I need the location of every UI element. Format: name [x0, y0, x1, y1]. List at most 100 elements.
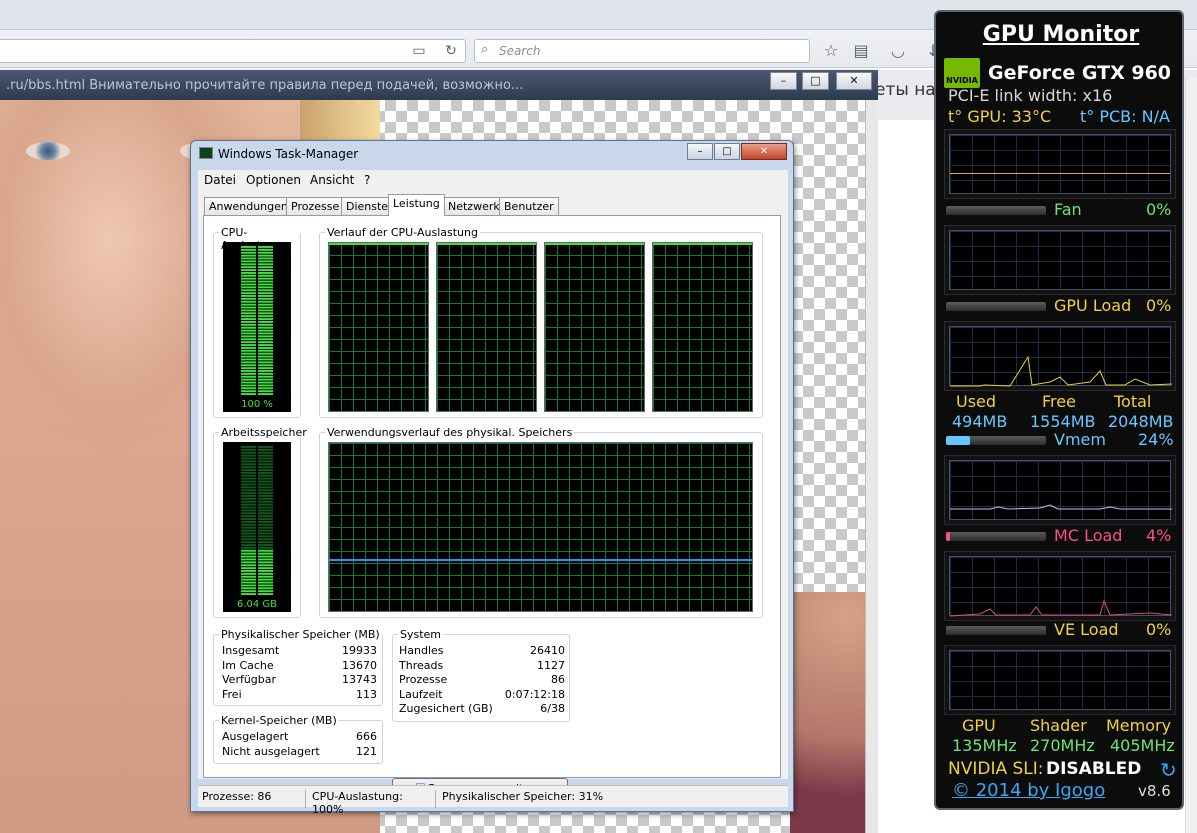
- tab-netzwerk[interactable]: Netzwerk: [443, 197, 505, 215]
- meter-segment: [258, 552, 273, 555]
- meter-segment: [258, 364, 273, 367]
- mem-total: 2048MB: [1108, 412, 1174, 431]
- meter-segment: [241, 326, 256, 329]
- url-bar[interactable]: ▭ ↻: [0, 39, 466, 63]
- task-manager-icon: [199, 147, 213, 159]
- meter-segment: [258, 283, 273, 286]
- reading-list-icon[interactable]: ▤: [850, 40, 872, 62]
- meter-segment: [241, 446, 256, 448]
- meter-segment: [241, 323, 256, 326]
- close-button[interactable]: ✕: [741, 143, 787, 160]
- meter-segment: [258, 292, 273, 295]
- menu-ansicht[interactable]: Ansicht: [310, 173, 354, 187]
- table-row: Insgesamt 19933: [222, 644, 377, 657]
- physical-memory-table: Insgesamt 19933 Im Cache 13670 Verfügbar 13…: [222, 644, 377, 702]
- viewer-maximize-button[interactable]: □: [802, 72, 829, 90]
- meter-segment: [241, 572, 256, 575]
- reload-icon[interactable]: ↻: [440, 40, 462, 62]
- meter-segment: [258, 521, 273, 523]
- meter-segment: [241, 466, 256, 469]
- meter-segment: [241, 332, 256, 335]
- clock-graph-box: [944, 645, 1176, 715]
- meter-segment: [241, 254, 256, 257]
- meter-segment: [258, 570, 273, 572]
- meter-segment: [241, 280, 256, 283]
- meter-segment: [241, 474, 256, 477]
- memory-history-group: Verwendungsverlauf des physikal. Speiche…: [319, 426, 763, 618]
- meter-segment: [258, 266, 273, 269]
- meter-segment: [258, 503, 273, 506]
- task-manager-body: Anwendungen Prozesse Dienste Leistung Ne…: [198, 189, 788, 798]
- portrait-eye-left: [26, 142, 70, 160]
- meter-segment: [241, 460, 256, 463]
- gpuload-graph: [949, 230, 1171, 290]
- viewer-scrollbar[interactable]: [865, 100, 878, 833]
- meter-segment: [241, 361, 256, 364]
- menu-optionen[interactable]: Optionen: [246, 173, 301, 187]
- portrait-shoulder: [790, 592, 870, 833]
- meter-segment: [258, 341, 273, 344]
- viewer-minimize-button[interactable]: –: [770, 72, 797, 90]
- tab-prozesse[interactable]: Prozesse: [286, 197, 345, 215]
- meter-segment: [258, 335, 273, 338]
- tab-benutzer[interactable]: Benutzer: [499, 197, 559, 215]
- meter-segment: [241, 463, 256, 466]
- meter-segment: [258, 561, 273, 564]
- meter-segment: [241, 251, 256, 254]
- credit-link[interactable]: © 2014 by Igogo: [952, 780, 1105, 801]
- meter-segment: [241, 509, 256, 512]
- meter-segment: [241, 393, 256, 395]
- tab-leistung[interactable]: Leistung: [388, 194, 445, 216]
- bookmark-star-icon[interactable]: ☆: [820, 40, 842, 62]
- vmem-value: 24%: [1138, 430, 1174, 449]
- meter-segment: [241, 329, 256, 332]
- meter-segment: [241, 338, 256, 341]
- clock-shader-label: Shader: [1030, 716, 1087, 735]
- meter-segment: [241, 266, 256, 269]
- meter-segment: [258, 260, 273, 263]
- page-scrollbar[interactable]: [1185, 78, 1197, 833]
- viewer-close-button[interactable]: ✕: [836, 72, 872, 90]
- meter-segment: [241, 500, 256, 503]
- task-manager-title: Windows Task-Manager: [218, 147, 359, 161]
- meter-segment: [241, 257, 256, 260]
- maximize-button[interactable]: □: [714, 143, 740, 160]
- meter-segment: [258, 526, 273, 529]
- meter-segment: [258, 572, 273, 575]
- pcie-width: PCI-E link width: x16: [948, 86, 1113, 105]
- meter-segment: [241, 272, 256, 274]
- vmem-bar: [946, 436, 1046, 445]
- meter-segment: [258, 251, 273, 254]
- meter-segment: [241, 503, 256, 506]
- kernel-memory-title: Kernel-Speicher (MB): [219, 714, 339, 727]
- menu-help[interactable]: ?: [364, 173, 370, 187]
- meter-segment: [241, 512, 256, 515]
- meter-segment: [241, 584, 256, 587]
- meter-segment: [258, 446, 273, 448]
- kernel-memory-table: Ausgelagert 666 Nicht ausgelagert 121: [222, 730, 377, 759]
- kernel-memory-group: Kernel-Speicher (MB) Ausgelagert 666 Nich…: [213, 714, 383, 764]
- gpuload-bar: [946, 302, 1046, 311]
- meter-segment: [241, 593, 256, 595]
- menu-datei[interactable]: Datei: [204, 173, 236, 187]
- minimize-button[interactable]: –: [687, 143, 713, 160]
- table-row: Prozesse 86: [399, 673, 565, 686]
- vmem-label: Vmem: [1054, 430, 1106, 449]
- tab-dienste[interactable]: Dienste: [341, 197, 394, 215]
- meter-segment: [258, 272, 273, 274]
- refresh-icon[interactable]: ↻: [1160, 758, 1177, 782]
- meter-segment: [258, 558, 273, 561]
- meter-segment: [258, 460, 273, 463]
- meter-segment: [258, 277, 273, 280]
- reader-view-icon[interactable]: ▭: [408, 40, 430, 62]
- search-input[interactable]: ⌕ Search: [474, 39, 810, 63]
- meter-segment: [258, 477, 273, 480]
- cpu-usage-value: 100 %: [241, 399, 273, 410]
- meter-segment: [241, 384, 256, 387]
- meter-segment: [258, 375, 273, 378]
- meter-segment: [258, 372, 273, 375]
- task-manager-window: Windows Task-Manager – □ ✕ Datei Optione…: [190, 140, 794, 816]
- pocket-icon[interactable]: ◡: [887, 40, 909, 62]
- tab-anwendungen[interactable]: Anwendungen: [204, 197, 293, 215]
- status-processes: Prozesse: 86: [198, 790, 306, 808]
